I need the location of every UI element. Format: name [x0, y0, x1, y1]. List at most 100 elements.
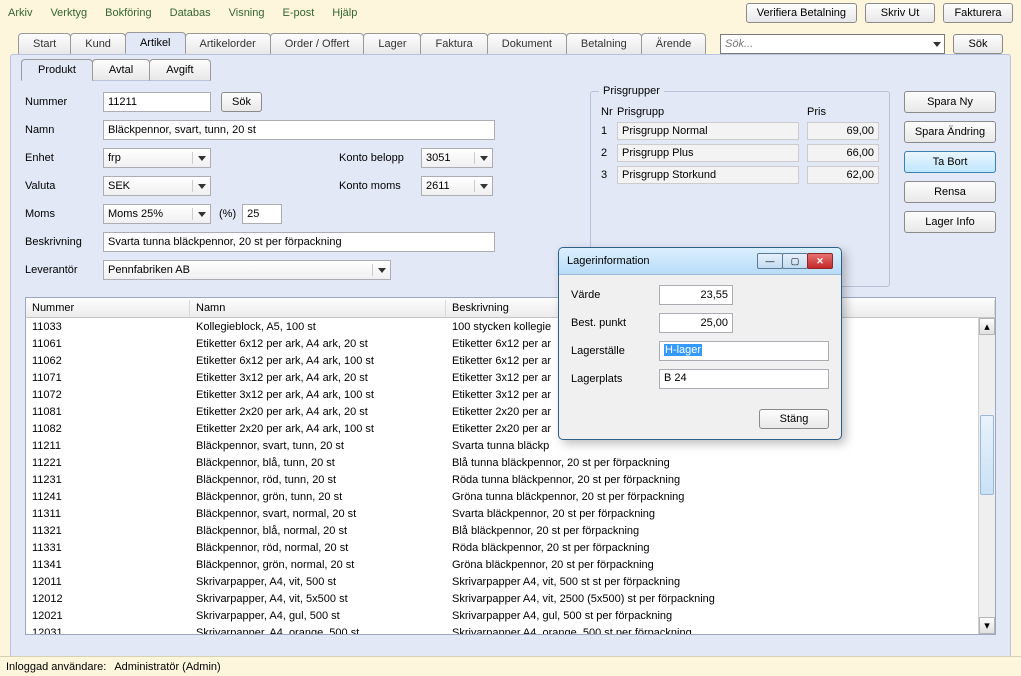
konto-belopp-combo[interactable]: 3051 — [421, 148, 493, 168]
table-row[interactable]: 11061Etiketter 6x12 per ark, A4 ark, 20 … — [26, 335, 995, 352]
menu-bokforing[interactable]: Bokföring — [105, 7, 151, 19]
tab-order-offert[interactable]: Order / Offert — [270, 33, 365, 54]
table-row[interactable]: 11221Bläckpennor, blå, tunn, 20 stBlå tu… — [26, 454, 995, 471]
cell-namn: Bläckpennor, svart, tunn, 20 st — [190, 440, 446, 452]
prisgrupp-price-field[interactable] — [807, 122, 879, 140]
nummer-search-button[interactable]: Sök — [221, 92, 262, 112]
konto-moms-label: Konto moms — [339, 180, 421, 192]
table-row[interactable]: 12021Skrivarpapper, A4, gul, 500 stSkriv… — [26, 607, 995, 624]
dialog-titlebar[interactable]: Lagerinformation — ▢ ✕ — [559, 248, 841, 275]
grid-col-namn[interactable]: Namn — [190, 300, 446, 316]
scroll-track[interactable] — [979, 335, 995, 617]
grid-body[interactable]: 11033Kollegieblock, A5, 100 st100 stycke… — [26, 318, 995, 635]
scroll-down-button[interactable]: ▾ — [979, 617, 995, 634]
table-row[interactable]: 11033Kollegieblock, A5, 100 st100 stycke… — [26, 318, 995, 335]
table-row[interactable]: 12012Skrivarpapper, A4, vit, 5x500 stSkr… — [26, 590, 995, 607]
best-punkt-field[interactable] — [659, 313, 733, 333]
beskrivning-input[interactable] — [103, 232, 495, 252]
beskrivning-label: Beskrivning — [25, 236, 103, 248]
chevron-down-icon — [192, 208, 206, 220]
main-panel: Produkt Avtal Avgift Nummer Sök Namn Enh… — [10, 54, 1011, 658]
subtab-produkt[interactable]: Produkt — [21, 59, 93, 81]
tab-start[interactable]: Start — [18, 33, 71, 54]
menu-visning[interactable]: Visning — [229, 7, 265, 19]
tab-lager[interactable]: Lager — [363, 33, 421, 54]
lagerplats-label: Lagerplats — [571, 373, 659, 385]
tab-artikelorder[interactable]: Artikelorder — [185, 33, 271, 54]
maximize-icon[interactable]: ▢ — [782, 253, 808, 269]
konto-moms-combo[interactable]: 2611 — [421, 176, 493, 196]
spara-andring-button[interactable]: Spara Ändring — [904, 121, 996, 143]
moms-combo[interactable]: Moms 25% — [103, 204, 211, 224]
minimize-icon[interactable]: — — [757, 253, 783, 269]
global-search-input[interactable] — [720, 34, 945, 54]
table-row[interactable]: 11331Bläckpennor, röd, normal, 20 stRöda… — [26, 539, 995, 556]
chevron-down-icon[interactable] — [929, 38, 941, 50]
cell-nummer: 11081 — [26, 406, 190, 418]
table-row[interactable]: 12031Skrivarpapper, A4, orange, 500 stSk… — [26, 624, 995, 635]
lager-info-button[interactable]: Lager Info — [904, 211, 996, 233]
cell-nummer: 12011 — [26, 576, 190, 588]
prisgrupp-price-field[interactable] — [807, 144, 879, 162]
subtab-avgift[interactable]: Avgift — [149, 59, 210, 81]
moms-pct-input[interactable] — [242, 204, 282, 224]
table-row[interactable]: 11211Bläckpennor, svart, tunn, 20 stSvar… — [26, 437, 995, 454]
namn-input[interactable] — [103, 120, 495, 140]
lagerplats-field[interactable]: B 24 — [659, 369, 829, 389]
tab-faktura[interactable]: Faktura — [420, 33, 487, 54]
table-row[interactable]: 11062Etiketter 6x12 per ark, A4 ark, 100… — [26, 352, 995, 369]
grid-scrollbar[interactable]: ▴ ▾ — [978, 318, 995, 634]
table-row[interactable]: 11241Bläckpennor, grön, tunn, 20 stGröna… — [26, 488, 995, 505]
stang-button[interactable]: Stäng — [759, 409, 829, 429]
rensa-button[interactable]: Rensa — [904, 181, 996, 203]
menu-hjalp[interactable]: Hjälp — [332, 7, 357, 19]
valuta-combo[interactable]: SEK — [103, 176, 211, 196]
cell-beskrivning: Svarta bläckpennor, 20 st per förpacknin… — [446, 508, 995, 520]
cell-namn: Bläckpennor, svart, normal, 20 st — [190, 508, 446, 520]
global-search-button[interactable]: Sök — [953, 34, 1003, 54]
scroll-thumb[interactable] — [980, 415, 994, 495]
tab-artikel[interactable]: Artikel — [125, 32, 186, 54]
cell-beskrivning: Skrivarpapper A4, vit, 500 st st per för… — [446, 576, 995, 588]
table-row[interactable]: 11311Bläckpennor, svart, normal, 20 stSv… — [26, 505, 995, 522]
cell-nummer: 11061 — [26, 338, 190, 350]
prisgrupp-price-field[interactable] — [807, 166, 879, 184]
menu-databas[interactable]: Databas — [170, 7, 211, 19]
enhet-combo[interactable]: frp — [103, 148, 211, 168]
table-row[interactable]: 11072Etiketter 3x12 per ark, A4 ark, 100… — [26, 386, 995, 403]
tab-betalning[interactable]: Betalning — [566, 33, 642, 54]
leverantor-combo[interactable]: Pennfabriken AB — [103, 260, 391, 280]
prisgrupp-name-field[interactable] — [617, 166, 799, 184]
table-row[interactable]: 12011Skrivarpapper, A4, vit, 500 stSkriv… — [26, 573, 995, 590]
tab-dokument[interactable]: Dokument — [487, 33, 567, 54]
menu-bar: Arkiv Verktyg Bokföring Databas Visning … — [0, 0, 1021, 26]
skriv-ut-button[interactable]: Skriv Ut — [865, 3, 935, 23]
subtab-avtal[interactable]: Avtal — [92, 59, 150, 81]
spara-ny-button[interactable]: Spara Ny — [904, 91, 996, 113]
varde-field[interactable] — [659, 285, 733, 305]
menu-epost[interactable]: E-post — [283, 7, 315, 19]
tab-arende[interactable]: Ärende — [641, 33, 706, 54]
table-row[interactable]: 11341Bläckpennor, grön, normal, 20 stGrö… — [26, 556, 995, 573]
ta-bort-button[interactable]: Ta Bort — [904, 151, 996, 173]
menu-arkiv[interactable]: Arkiv — [8, 7, 32, 19]
prisgrupper-title: Prisgrupper — [599, 85, 664, 97]
close-icon[interactable]: ✕ — [807, 253, 833, 269]
prisgrupp-name-field[interactable] — [617, 144, 799, 162]
prisgrupp-name-field[interactable] — [617, 122, 799, 140]
table-row[interactable]: 11231Bläckpennor, röd, tunn, 20 stRöda t… — [26, 471, 995, 488]
table-row[interactable]: 11081Etiketter 2x20 per ark, A4 ark, 20 … — [26, 403, 995, 420]
menu-verktyg[interactable]: Verktyg — [50, 7, 87, 19]
table-row[interactable]: 11321Bläckpennor, blå, normal, 20 stBlå … — [26, 522, 995, 539]
fakturera-button[interactable]: Fakturera — [943, 3, 1013, 23]
cell-beskrivning: Gröna tunna bläckpennor, 20 st per förpa… — [446, 491, 995, 503]
cell-nummer: 11072 — [26, 389, 190, 401]
table-row[interactable]: 11071Etiketter 3x12 per ark, A4 ark, 20 … — [26, 369, 995, 386]
grid-col-nummer[interactable]: Nummer — [26, 300, 190, 316]
scroll-up-button[interactable]: ▴ — [979, 318, 995, 335]
table-row[interactable]: 11082Etiketter 2x20 per ark, A4 ark, 100… — [26, 420, 995, 437]
nummer-input[interactable] — [103, 92, 211, 112]
lagerstalle-field[interactable]: H-lager — [659, 341, 829, 361]
verifiera-betalning-button[interactable]: Verifiera Betalning — [746, 3, 857, 23]
tab-kund[interactable]: Kund — [70, 33, 126, 54]
